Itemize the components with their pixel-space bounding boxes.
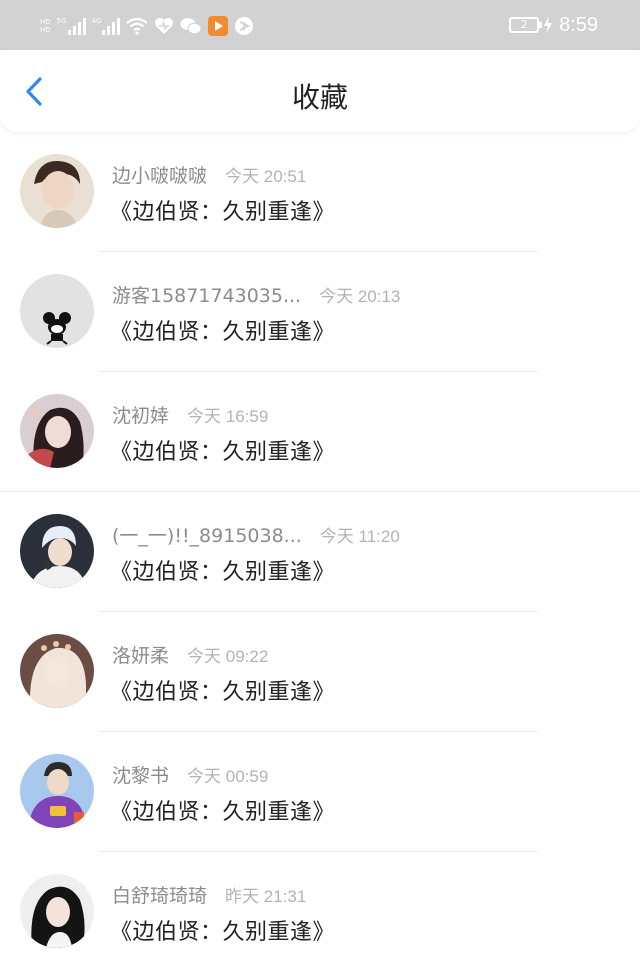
signal-5g-icon: 5G [57, 17, 86, 35]
page-title: 收藏 [291, 81, 348, 114]
book-title[interactable]: 《边伯贤：久别重逢》 [110, 314, 335, 346]
user-name: 游客15871743035... [112, 284, 302, 307]
user-name: 白舒琦琦琦 [112, 884, 208, 907]
timestamp: 今天 20:13 [319, 286, 401, 306]
avatar [20, 634, 94, 708]
status-icons-right: 2 8:59 [509, 12, 598, 38]
charging-icon [544, 16, 553, 34]
four-g-label: 4G [91, 17, 102, 25]
list-item[interactable]: 沈黎书 今天 00:59 《边伯贤：久别重逢》 [0, 732, 640, 852]
timestamp: 今天 16:59 [187, 406, 269, 426]
timestamp: 今天 00:59 [187, 766, 269, 786]
item-meta: 白舒琦琦琦 昨天 21:31 [112, 880, 306, 908]
nav-header: 收藏 [0, 50, 640, 132]
user-name: 边小啵啵啵 [112, 164, 208, 187]
avatar [20, 514, 94, 588]
video-app-icon [208, 16, 229, 36]
user-name: (一_一)!!_8915038... [112, 524, 302, 547]
list-item[interactable]: 沈初婞 今天 16:59 《边伯贤：久别重逢》 [0, 372, 640, 492]
avatar [20, 754, 94, 828]
clock: 8:59 [559, 13, 598, 36]
wechat-icon [180, 18, 202, 35]
avatar [20, 394, 94, 468]
app-badge-icon [235, 17, 254, 35]
book-title[interactable]: 《边伯贤：久别重逢》 [110, 794, 335, 826]
user-name: 沈黎书 [112, 764, 170, 787]
favorites-list: 边小啵啵啵 今天 20:51 《边伯贤：久别重逢》 游客15871743035.… [0, 132, 640, 972]
timestamp: 今天 11:20 [319, 526, 400, 546]
battery-icon: 2 [509, 17, 543, 33]
item-meta: 洛妍柔 今天 09:22 [112, 640, 268, 668]
timestamp: 昨天 21:31 [225, 886, 307, 906]
book-title[interactable]: 《边伯贤：久别重逢》 [110, 434, 335, 466]
item-meta: 沈初婞 今天 16:59 [112, 400, 268, 428]
wifi-icon [126, 17, 149, 35]
list-item[interactable]: 边小啵啵啵 今天 20:51 《边伯贤：久别重逢》 [0, 132, 640, 252]
book-title[interactable]: 《边伯贤：久别重逢》 [110, 674, 335, 706]
heart-icon [155, 18, 174, 34]
network-label-stack: HD HD [40, 18, 51, 34]
user-name: 洛妍柔 [112, 644, 170, 667]
item-meta: 沈黎书 今天 00:59 [112, 760, 268, 788]
book-title[interactable]: 《边伯贤：久别重逢》 [110, 194, 335, 226]
timestamp: 今天 20:51 [225, 166, 307, 186]
avatar [20, 274, 94, 348]
list-item[interactable]: 游客15871743035... 今天 20:13 《边伯贤：久别重逢》 [0, 252, 640, 372]
status-bar: HD HD 5G 4G 2 8:59 [0, 0, 640, 50]
avatar [20, 154, 94, 228]
timestamp: 今天 09:22 [187, 646, 269, 666]
avatar [20, 874, 94, 948]
hd-label-2: HD [40, 26, 51, 34]
book-title[interactable]: 《边伯贤：久别重逢》 [110, 914, 335, 946]
item-meta: 游客15871743035... 今天 20:13 [112, 280, 400, 308]
user-name: 沈初婞 [112, 404, 170, 427]
list-item[interactable]: 白舒琦琦琦 昨天 21:31 《边伯贤：久别重逢》 [0, 852, 640, 972]
list-item[interactable]: 洛妍柔 今天 09:22 《边伯贤：久别重逢》 [0, 612, 640, 732]
signal-4g-icon: 4G [92, 17, 121, 35]
item-meta: (一_一)!!_8915038... 今天 11:20 [112, 520, 400, 548]
book-title[interactable]: 《边伯贤：久别重逢》 [110, 554, 335, 586]
five-g-label: 5G [56, 17, 67, 25]
item-meta: 边小啵啵啵 今天 20:51 [112, 160, 306, 188]
status-icons-left: HD HD 5G 4G [40, 14, 254, 38]
list-item[interactable]: (一_一)!!_8915038... 今天 11:20 《边伯贤：久别重逢》 [0, 492, 640, 612]
hd-label: HD [40, 18, 51, 26]
